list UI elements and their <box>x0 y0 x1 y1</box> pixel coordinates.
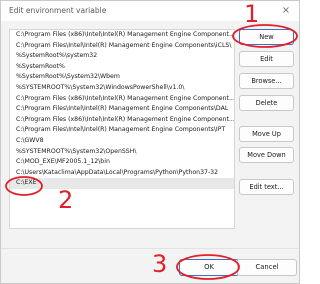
list-item[interactable]: C:\MOD_EXE\MF2005.1_12\bin <box>10 157 234 168</box>
list-item[interactable]: %SystemRoot%\system32 <box>10 51 234 62</box>
new-button[interactable]: New <box>239 29 294 45</box>
list-item[interactable]: C:\GWV8 <box>10 136 234 147</box>
list-item[interactable]: C:\Program Files\Intel\Intel(R) Manageme… <box>10 125 234 136</box>
ok-button[interactable]: OK <box>179 259 239 276</box>
move-down-button[interactable]: Move Down <box>239 147 294 163</box>
annotation-number-3: 3 <box>152 250 168 278</box>
move-up-button[interactable]: Move Up <box>239 126 294 142</box>
browse-button[interactable]: Browse... <box>239 73 294 89</box>
list-item[interactable]: %SYSTEMROOT%\System32\OpenSSH\ <box>10 147 234 158</box>
edit-environment-variable-dialog: Edit environment variable × C:\Program F… <box>0 0 300 284</box>
annotation-number-2: 2 <box>58 186 74 214</box>
cancel-button[interactable]: Cancel <box>237 259 297 276</box>
list-item[interactable]: %SystemRoot% <box>10 62 234 73</box>
edit-text-button[interactable]: Edit text... <box>239 179 294 195</box>
list-item[interactable]: %SYSTEMROOT%\System32\WindowsPowerShell\… <box>10 83 234 94</box>
list-item[interactable]: C:\Program Files (x86)\Intel\Intel(R) Ma… <box>10 94 234 105</box>
window-title: Edit environment variable <box>9 6 107 15</box>
close-icon[interactable]: × <box>273 1 299 21</box>
list-item[interactable]: C:\Users\Kataclima\AppData\Local\Program… <box>10 168 234 179</box>
list-item[interactable]: C:\Program Files\Intel\Intel(R) Manageme… <box>10 104 234 115</box>
list-item[interactable]: C:\Program Files (x86)\Intel\Intel(R) Ma… <box>10 30 234 41</box>
list-item[interactable]: %SystemRoot%\System32\Wbem <box>10 72 234 83</box>
path-list[interactable]: C:\Program Files (x86)\Intel\Intel(R) Ma… <box>9 29 235 229</box>
delete-button[interactable]: Delete <box>239 95 294 111</box>
list-item[interactable]: C:\Program Files\Intel\Intel(R) Manageme… <box>10 41 234 52</box>
list-item-selected[interactable]: C:\EXE <box>10 178 234 189</box>
edit-button[interactable]: Edit <box>239 51 294 67</box>
list-item[interactable]: C:\Program Files (x86)\Intel\Intel(R) Ma… <box>10 115 234 126</box>
footer-separator <box>1 248 299 249</box>
annotation-number-1: 1 <box>244 0 260 28</box>
